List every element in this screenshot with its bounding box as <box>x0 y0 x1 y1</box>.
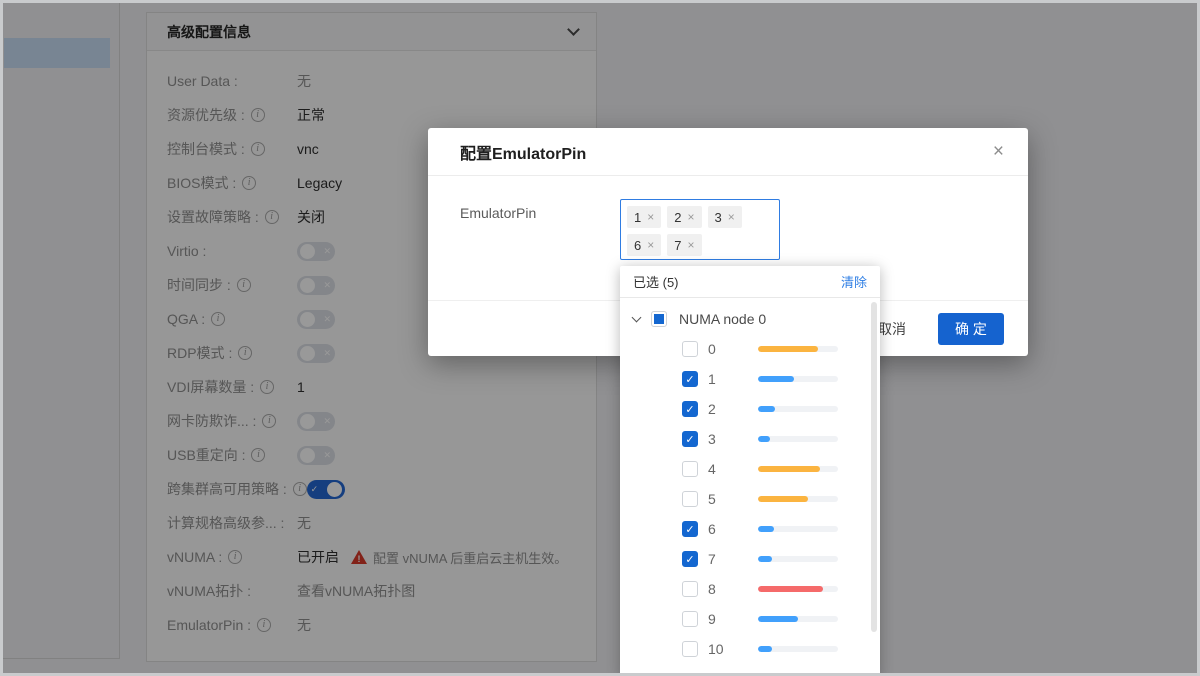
usage-bar <box>758 646 838 652</box>
cpu-item-4[interactable]: 4 <box>620 454 880 484</box>
usage-bar-fill <box>758 496 808 502</box>
usage-bar-fill <box>758 346 818 352</box>
usage-bar <box>758 376 838 382</box>
usage-bar-fill <box>758 646 772 652</box>
usage-bar <box>758 586 838 592</box>
checkbox-checked[interactable]: ✓ <box>682 521 698 537</box>
cpu-id: 9 <box>708 611 758 627</box>
cpu-id: 6 <box>708 521 758 537</box>
cpu-id: 4 <box>708 461 758 477</box>
cpu-item-9[interactable]: 9 <box>620 604 880 634</box>
usage-bar-fill <box>758 586 823 592</box>
tag-value: 1 <box>634 210 641 225</box>
cpu-id: 2 <box>708 401 758 417</box>
close-icon[interactable]: × <box>993 142 1004 161</box>
usage-bar-fill <box>758 376 794 382</box>
numa-items: 0✓1✓2✓345✓6✓78910 <box>620 334 880 664</box>
confirm-button[interactable]: 确 定 <box>938 313 1004 345</box>
checkbox-checked[interactable]: ✓ <box>682 371 698 387</box>
checkbox-checked[interactable]: ✓ <box>682 431 698 447</box>
usage-bar <box>758 346 838 352</box>
tag-value: 6 <box>634 238 641 253</box>
selected-tag: 1× <box>627 206 661 228</box>
tag-remove-icon[interactable]: × <box>687 238 694 252</box>
cpu-id: 10 <box>708 641 758 657</box>
usage-bar <box>758 616 838 622</box>
cpu-item-2[interactable]: ✓2 <box>620 394 880 424</box>
checkbox-indeterminate[interactable] <box>651 311 667 327</box>
usage-bar <box>758 496 838 502</box>
selected-tag: 3× <box>708 206 742 228</box>
checkbox-checked[interactable]: ✓ <box>682 401 698 417</box>
cpu-item-7[interactable]: ✓7 <box>620 544 880 574</box>
usage-bar-fill <box>758 406 775 412</box>
modal-title: 配置EmulatorPin <box>460 140 993 164</box>
usage-bar <box>758 466 838 472</box>
tag-value: 2 <box>674 210 681 225</box>
cpu-item-8[interactable]: 8 <box>620 574 880 604</box>
chevron-down-icon[interactable] <box>632 313 642 323</box>
usage-bar-fill <box>758 436 770 442</box>
checkbox-unchecked[interactable] <box>682 611 698 627</box>
numa-group-row[interactable]: NUMA node 0 <box>620 304 880 334</box>
numa-group-label: NUMA node 0 <box>679 311 766 327</box>
tag-remove-icon[interactable]: × <box>728 210 735 224</box>
cpu-item-6[interactable]: ✓6 <box>620 514 880 544</box>
cpu-id: 1 <box>708 371 758 387</box>
checkbox-unchecked[interactable] <box>682 491 698 507</box>
selected-tag: 2× <box>667 206 701 228</box>
tag-remove-icon[interactable]: × <box>647 210 654 224</box>
cpu-id: 8 <box>708 581 758 597</box>
cpu-id: 5 <box>708 491 758 507</box>
usage-bar <box>758 406 838 412</box>
cpu-select-dropdown: 已选 (5) 清除 NUMA node 0 0✓1✓2✓345✓6✓78910 <box>620 266 880 676</box>
usage-bar-fill <box>758 466 820 472</box>
cpu-id: 7 <box>708 551 758 567</box>
tag-value: 3 <box>715 210 722 225</box>
usage-bar-fill <box>758 526 774 532</box>
checkbox-unchecked[interactable] <box>682 461 698 477</box>
checkbox-unchecked[interactable] <box>682 581 698 597</box>
checkbox-unchecked[interactable] <box>682 341 698 357</box>
usage-bar-fill <box>758 616 798 622</box>
cpu-item-1[interactable]: ✓1 <box>620 364 880 394</box>
selected-tag: 6× <box>627 234 661 256</box>
cpu-id: 0 <box>708 341 758 357</box>
tag-remove-icon[interactable]: × <box>647 238 654 252</box>
usage-bar <box>758 526 838 532</box>
emulatorpin-field-label: EmulatorPin <box>460 205 536 221</box>
cpu-item-3[interactable]: ✓3 <box>620 424 880 454</box>
usage-bar-fill <box>758 556 772 562</box>
dropdown-header: 已选 (5) 清除 <box>620 266 880 298</box>
cpu-item-5[interactable]: 5 <box>620 484 880 514</box>
cpu-item-10[interactable]: 10 <box>620 634 880 664</box>
tag-value: 7 <box>674 238 681 253</box>
usage-bar <box>758 436 838 442</box>
usage-bar <box>758 556 838 562</box>
emulatorpin-multiselect[interactable]: 1×2×3×6×7× <box>620 199 780 260</box>
selected-tag: 7× <box>667 234 701 256</box>
modal-header: 配置EmulatorPin × <box>428 128 1028 176</box>
selected-count-label: 已选 (5) <box>633 272 841 291</box>
clear-button[interactable]: 清除 <box>841 272 867 291</box>
tag-remove-icon[interactable]: × <box>687 210 694 224</box>
checkbox-unchecked[interactable] <box>682 641 698 657</box>
cpu-id: 3 <box>708 431 758 447</box>
checkbox-checked[interactable]: ✓ <box>682 551 698 567</box>
cpu-item-0[interactable]: 0 <box>620 334 880 364</box>
scrollbar-thumb[interactable] <box>871 302 877 632</box>
